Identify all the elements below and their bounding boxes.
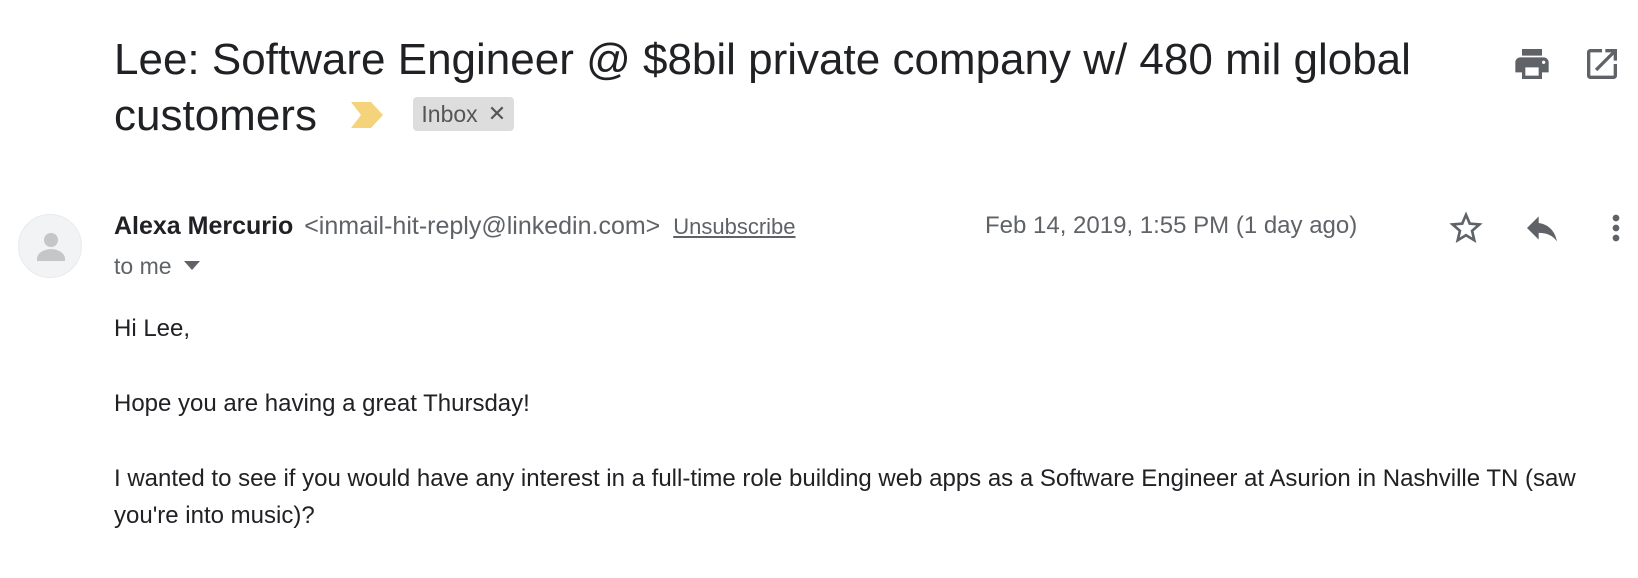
star-button[interactable]: [1446, 208, 1486, 248]
thread-actions: [1478, 44, 1638, 88]
print-button[interactable]: [1512, 44, 1552, 84]
open-in-new-window-button[interactable]: [1582, 44, 1622, 84]
more-options-button[interactable]: [1596, 208, 1636, 248]
message-actions: [1398, 204, 1638, 248]
body-paragraph: I wanted to see if you would have any in…: [114, 465, 1576, 529]
star-icon: [1449, 211, 1483, 243]
sender-email: <inmail-hit-reply@linkedin.com>: [304, 212, 661, 240]
label-chip-inbox: Inbox ✕: [413, 97, 515, 132]
sender-avatar[interactable]: [18, 214, 82, 278]
reply-icon: [1527, 216, 1557, 242]
open-in-new-window-icon: [1587, 49, 1617, 79]
reply-button[interactable]: [1522, 208, 1562, 248]
chevron-down-icon: [183, 261, 200, 271]
body-paragraph: Hope you are having a great Thursday!: [114, 390, 530, 417]
email-subject: Lee: Software Engineer @ $8bil private c…: [114, 32, 1454, 146]
default-avatar-icon: [37, 233, 65, 261]
subject-text: Lee: Software Engineer @ $8bil private c…: [114, 35, 1411, 140]
email-date: Feb 14, 2019, 1:55 PM (1 day ago): [985, 212, 1358, 239]
remove-label-button[interactable]: ✕: [488, 97, 506, 131]
importance-marker-icon[interactable]: [351, 86, 384, 142]
recipient-details-toggle[interactable]: to me: [114, 250, 200, 282]
sender-name[interactable]: Alexa Mercurio: [114, 212, 293, 240]
email-body: Hi Lee, Hope you are having a great Thur…: [114, 310, 1614, 572]
print-icon: [1515, 49, 1549, 79]
unsubscribe-link[interactable]: Unsubscribe: [673, 214, 795, 239]
body-paragraph: Hi Lee,: [114, 315, 191, 342]
sender-line: Alexa Mercurio <inmail-hit-reply@linkedi…: [114, 208, 796, 245]
label-chip-text: Inbox: [421, 101, 478, 128]
recipient-text: to me: [114, 253, 172, 279]
more-vertical-icon: [1612, 214, 1620, 242]
subject-header: Lee: Software Engineer @ $8bil private c…: [0, 0, 1638, 170]
